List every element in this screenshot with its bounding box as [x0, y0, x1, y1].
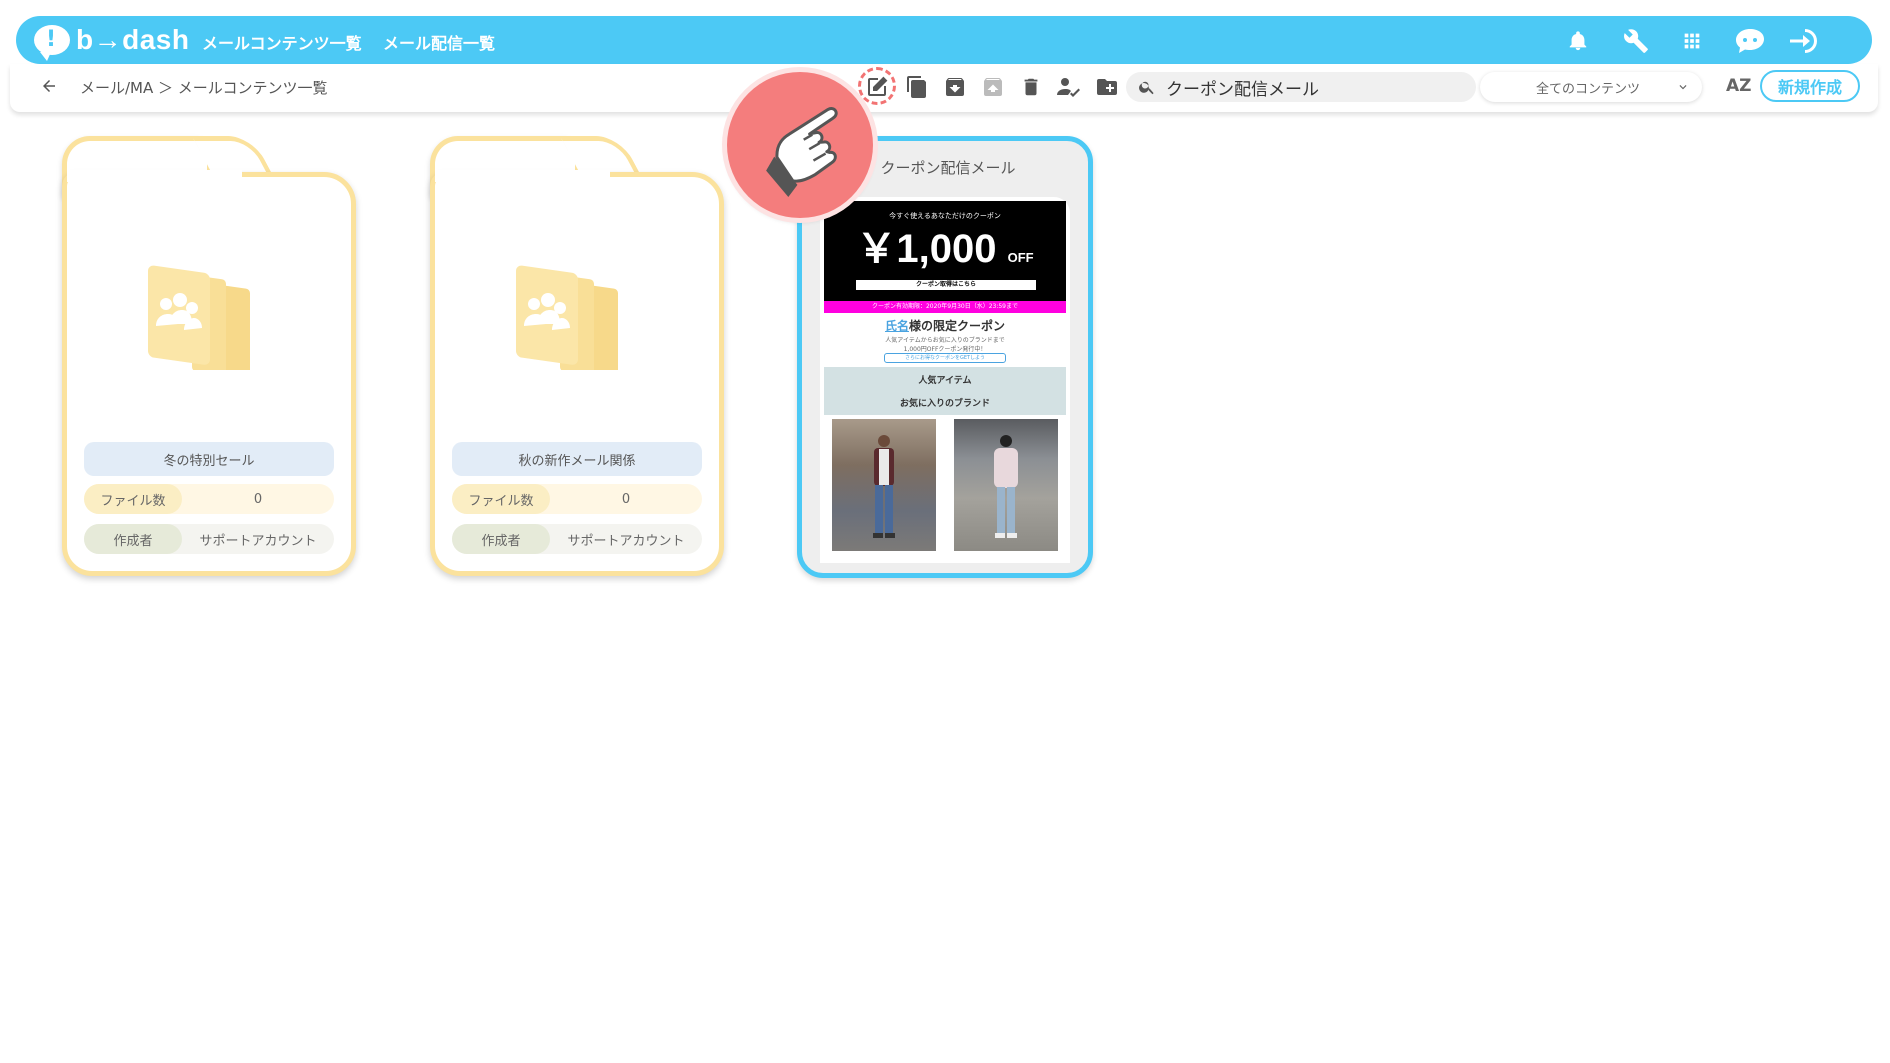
coupon-heading-suffix: 様の限定クーポン	[909, 319, 1006, 333]
coupon-off-label: OFF	[1007, 250, 1034, 265]
coupon-price-value: ￥1,000	[856, 227, 997, 271]
apps-grid-icon[interactable]	[1678, 27, 1706, 55]
coupon-text-line1: 人気アイテムからお気に入りのブランドまで	[885, 337, 1005, 344]
b-dash-logo[interactable]: ! b→dash	[34, 21, 189, 61]
support-chat-icon[interactable]	[1732, 27, 1768, 55]
nav-link-mail-contents[interactable]: メールコンテンツ一覧	[202, 30, 362, 54]
group-folder-icon	[148, 265, 250, 370]
bell-icon[interactable]	[1564, 27, 1592, 55]
logout-icon[interactable]	[1786, 27, 1820, 55]
edit-icon[interactable]	[864, 74, 890, 100]
file-count-value: 0	[253, 491, 263, 507]
group-folder-icon	[516, 265, 618, 370]
folder-name: 秋の新作メール関係	[452, 442, 702, 476]
section-banner: 人気アイテム お気に入りのブランド	[824, 367, 1066, 415]
folder-card[interactable]: 秋の新作メール関係 ファイル数 0 作成者 サポートアカウント	[430, 136, 724, 576]
chevron-down-icon	[1679, 85, 1687, 90]
folder-body	[430, 172, 724, 576]
toolbar: メール/MA ＞ メールコンテンツ一覧 全てのコンテンツ AZ 新規作成	[10, 64, 1878, 112]
content-filter-select[interactable]: 全てのコンテンツ	[1480, 72, 1702, 102]
wrench-icon[interactable]	[1622, 27, 1650, 55]
author-label: 作成者	[452, 524, 550, 554]
author-row: 作成者 サポートアカウント	[84, 524, 334, 554]
search-input[interactable]	[1164, 76, 1468, 98]
model-photo-1	[832, 419, 936, 551]
file-count-row: ファイル数 0	[452, 484, 702, 514]
folder-card[interactable]: 冬の特別セール ファイル数 0 作成者 サポートアカウント	[62, 136, 356, 576]
back-arrow-icon[interactable]	[40, 76, 60, 98]
author-label: 作成者	[84, 524, 182, 554]
search-box[interactable]	[1126, 72, 1476, 102]
nav-link-mail-deliveries[interactable]: メール配信一覧	[383, 30, 495, 54]
coupon-price: ￥1,000 OFF	[824, 227, 1066, 280]
coupon-banner: 今すぐ使えるあなただけのクーポン ￥1,000 OFF クーポン取得はこちら	[824, 201, 1066, 301]
mail-preview-thumbnail: 今すぐ使えるあなただけのクーポン ￥1,000 OFF クーポン取得はこちら ク…	[820, 197, 1070, 563]
trash-icon[interactable]	[1018, 74, 1044, 100]
coupon-cta: クーポン取得はこちら	[856, 280, 1036, 290]
create-new-button[interactable]: 新規作成	[1760, 70, 1860, 102]
coupon-headline: 今すぐ使えるあなただけのクーポン	[889, 212, 1001, 220]
archive-icon[interactable]	[942, 74, 968, 100]
coupon-mini-button: さらにお得なクーポンをGETしよう	[884, 353, 1006, 363]
add-folder-icon[interactable]	[1094, 74, 1120, 100]
folder-name: 冬の特別セール	[84, 442, 334, 476]
model-photo-2	[954, 419, 1058, 551]
coupon-heading: 氏名様の限定クーポン	[824, 317, 1066, 334]
sort-az-button[interactable]: AZ	[1726, 76, 1751, 96]
file-count-value: 0	[621, 491, 631, 507]
logo-bubble-icon: !	[34, 25, 70, 61]
author-row: 作成者 サポートアカウント	[452, 524, 702, 554]
breadcrumb: メール/MA ＞ メールコンテンツ一覧	[80, 79, 328, 97]
folder-body	[62, 172, 356, 576]
pointing-hand-icon	[766, 107, 838, 198]
coupon-text-line2: 1,000円OFFクーポン発行中！	[903, 346, 987, 353]
copy-icon[interactable]	[904, 74, 930, 100]
unarchive-icon[interactable]	[980, 74, 1006, 100]
name-placeholder: 氏名	[884, 319, 909, 333]
search-icon	[1139, 81, 1154, 95]
pointing-hand-indicator	[727, 72, 873, 218]
folder-tab-cover	[67, 170, 242, 182]
section-favorite-brands: お気に入りのブランド	[899, 399, 990, 409]
folder-tab-cover	[435, 170, 610, 182]
author-value: サポートアカウント	[199, 533, 317, 549]
assign-user-icon[interactable]	[1056, 74, 1082, 100]
author-value: サポートアカウント	[567, 533, 685, 549]
file-count-label: ファイル数	[84, 484, 182, 514]
top-navigation-bar: ! b→dash メールコンテンツ一覧 メール配信一覧	[16, 16, 1872, 64]
file-count-label: ファイル数	[452, 484, 550, 514]
file-count-row: ファイル数 0	[84, 484, 334, 514]
section-popular-items: 人気アイテム	[918, 376, 972, 386]
coupon-period: クーポン有効期限：2020年9月30日（水）23:59まで	[824, 301, 1066, 313]
content-filter-selected: 全てのコンテンツ	[1536, 81, 1641, 97]
